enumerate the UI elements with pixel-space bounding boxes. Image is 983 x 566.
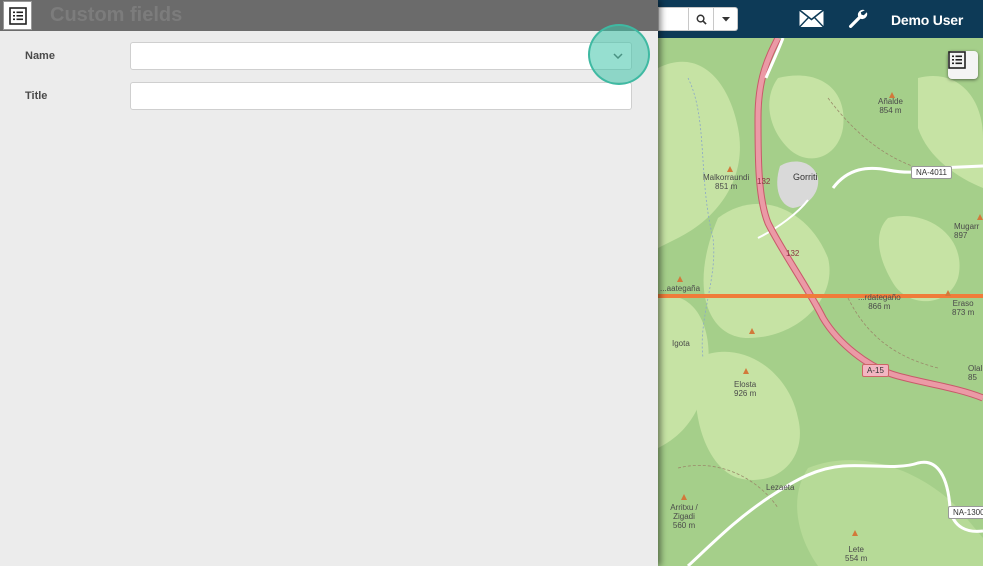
road-label: 132 bbox=[786, 249, 800, 258]
caret-down-icon bbox=[721, 16, 730, 21]
map-place-label: ...rdategaño 866 m bbox=[858, 293, 901, 311]
name-label: Name bbox=[25, 50, 55, 62]
panel-title: Custom fields bbox=[50, 4, 183, 26]
map-place-label: Elosta 926 m bbox=[734, 380, 757, 398]
map-place-label: Lezaeta bbox=[766, 483, 795, 492]
search-input[interactable] bbox=[658, 7, 688, 31]
map-layers-button[interactable] bbox=[948, 51, 978, 79]
road-label: NA-4011 bbox=[911, 166, 952, 179]
map-place-label: Igota bbox=[672, 339, 690, 348]
search-button[interactable] bbox=[688, 7, 714, 31]
map-place-label: Arritxu / Zigadi 560 m bbox=[670, 503, 698, 530]
search-icon bbox=[696, 14, 707, 25]
road-label: NA-1300 bbox=[948, 506, 983, 519]
title-field[interactable] bbox=[130, 82, 632, 110]
chevron-down-icon bbox=[613, 53, 623, 59]
map-place-label: Eraso 873 m bbox=[952, 299, 975, 317]
map-place-label: Olal 85 bbox=[968, 364, 983, 382]
wrench-icon[interactable] bbox=[848, 8, 868, 28]
map-place-label: Lete 554 m bbox=[845, 545, 868, 563]
map-canvas bbox=[658, 38, 983, 566]
list-icon bbox=[8, 6, 27, 25]
custom-fields-panel: Custom fields Name Title bbox=[0, 0, 658, 566]
mail-icon[interactable] bbox=[799, 9, 824, 28]
name-dropdown-toggle[interactable] bbox=[605, 44, 631, 68]
road-label: A-15 bbox=[862, 364, 889, 377]
top-bar: Demo User bbox=[658, 0, 983, 38]
map-place-label: Malkorraundi 851 m bbox=[703, 173, 750, 191]
name-select[interactable] bbox=[130, 42, 632, 70]
panel-header: Custom fields bbox=[0, 0, 658, 31]
panel-toggle-button[interactable] bbox=[3, 1, 32, 30]
user-menu[interactable]: Demo User bbox=[891, 12, 963, 28]
map-view[interactable]: Añalde 854 m Malkorraundi 851 m Gorriti Mu… bbox=[658, 38, 983, 566]
road-label: 132 bbox=[757, 177, 771, 186]
title-label: Title bbox=[25, 90, 48, 102]
search-options-button[interactable] bbox=[714, 7, 738, 31]
map-place-label: Mugarr 897 bbox=[954, 222, 980, 240]
map-place-label: ...aategaña bbox=[660, 284, 701, 293]
map-place-label: Añalde 854 m bbox=[878, 97, 903, 115]
list-icon bbox=[948, 51, 966, 69]
map-place-label: Gorriti bbox=[793, 172, 818, 182]
